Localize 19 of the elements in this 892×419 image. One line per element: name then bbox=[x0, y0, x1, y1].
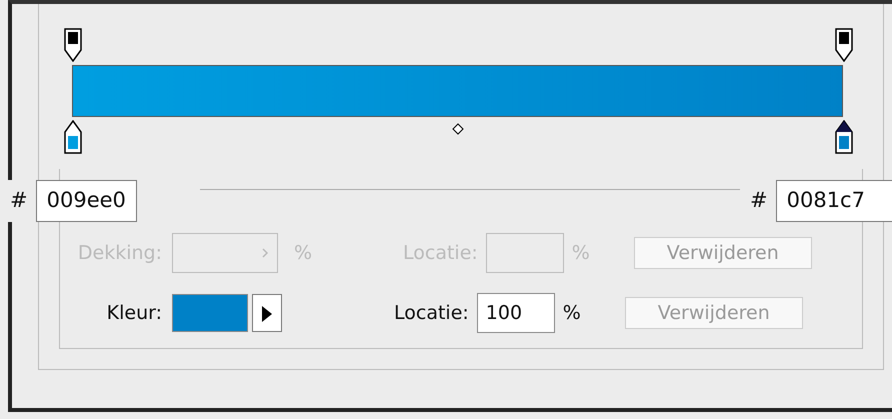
midpoint-icon[interactable] bbox=[452, 123, 464, 135]
opacity-stop-icon[interactable] bbox=[64, 28, 82, 62]
color-label: Kleur: bbox=[106, 300, 163, 326]
color-stop-icon[interactable] bbox=[64, 120, 82, 154]
location-field[interactable]: 100 bbox=[476, 293, 555, 333]
hash-label: # bbox=[10, 187, 28, 214]
color-stop-icon[interactable] bbox=[835, 120, 853, 154]
percent-label: % bbox=[294, 240, 314, 266]
play-arrow-icon bbox=[261, 304, 273, 323]
hash-label: # bbox=[750, 187, 768, 214]
hex-field[interactable]: 0081c7 bbox=[776, 180, 892, 222]
opacity-stop-icon[interactable] bbox=[835, 28, 853, 62]
percent-label: % bbox=[562, 300, 582, 326]
color-menu-button[interactable] bbox=[252, 294, 282, 332]
percent-label: % bbox=[572, 240, 591, 266]
location-label: Locatie: bbox=[394, 300, 469, 326]
color-swatch[interactable] bbox=[172, 294, 248, 332]
chevron-icon bbox=[261, 247, 269, 259]
hex-field[interactable]: 009ee0 bbox=[36, 180, 137, 222]
